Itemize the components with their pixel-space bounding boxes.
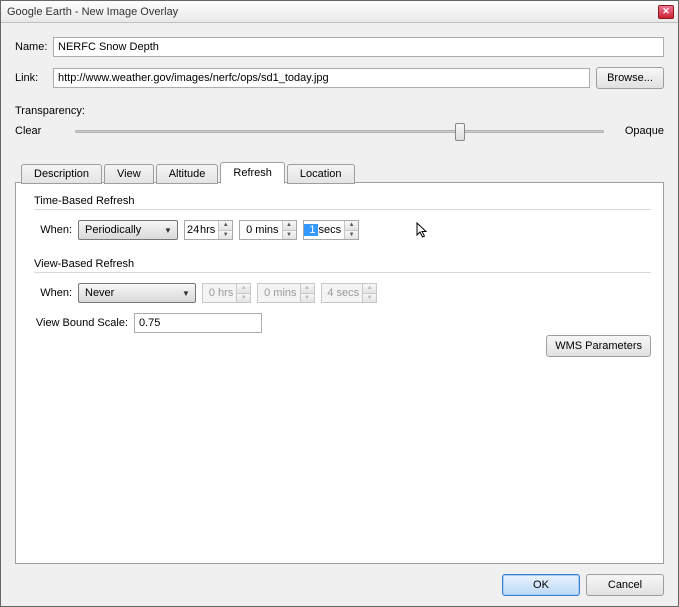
view-based-section: View-Based Refresh When: Never ▼ 0 hrs ▲… <box>28 258 651 333</box>
chevron-down-icon: ▼ <box>161 226 175 235</box>
chevron-down-icon[interactable]: ▼ <box>345 230 358 240</box>
browse-button[interactable]: Browse... <box>596 67 664 89</box>
chevron-up-icon[interactable]: ▲ <box>345 221 358 230</box>
transparency-clear-label: Clear <box>15 125 75 137</box>
dialog-content: Name: Link: Browse... Transparency: Clea… <box>1 23 678 606</box>
close-icon[interactable]: ✕ <box>658 5 674 19</box>
tab-refresh[interactable]: Refresh <box>220 162 285 184</box>
view-when-dropdown[interactable]: Never ▼ <box>78 283 196 303</box>
view-secs-spinner: 4 secs ▲▼ <box>321 283 378 303</box>
transparency-opaque-label: Opaque <box>604 125 664 137</box>
transparency-slider[interactable] <box>75 121 604 141</box>
link-row: Link: Browse... <box>15 67 664 89</box>
view-bound-scale-input[interactable] <box>134 313 262 333</box>
view-based-label: View-Based Refresh <box>34 258 651 270</box>
time-when-dropdown[interactable]: Periodically ▼ <box>78 220 178 240</box>
view-mins-spinner: 0 mins ▲▼ <box>257 283 314 303</box>
when-label-view: When: <box>34 287 78 299</box>
chevron-up-icon[interactable]: ▲ <box>283 221 296 230</box>
chevron-up-icon: ▲ <box>363 284 376 293</box>
view-hours-spinner: 0 hrs ▲▼ <box>202 283 251 303</box>
tab-content-refresh: Time-Based Refresh When: Periodically ▼ … <box>15 182 664 564</box>
transparency-label: Transparency: <box>15 105 664 117</box>
name-row: Name: <box>15 37 664 57</box>
tab-view[interactable]: View <box>104 164 154 184</box>
ok-button[interactable]: OK <box>502 574 580 596</box>
chevron-up-icon: ▲ <box>301 284 314 293</box>
chevron-up-icon: ▲ <box>237 284 250 293</box>
name-input[interactable] <box>53 37 664 57</box>
window-title: Google Earth - New Image Overlay <box>7 6 658 18</box>
dialog-footer: OK Cancel <box>15 564 664 596</box>
transparency-block: Transparency: Clear Opaque <box>15 105 664 141</box>
view-bound-scale-label: View Bound Scale: <box>34 317 134 329</box>
link-input[interactable] <box>53 68 590 88</box>
time-based-label: Time-Based Refresh <box>34 195 651 207</box>
dialog-window: Google Earth - New Image Overlay ✕ Name:… <box>0 0 679 607</box>
time-secs-spinner[interactable]: 1 secs ▲▼ <box>303 220 360 240</box>
cancel-button[interactable]: Cancel <box>586 574 664 596</box>
chevron-down-icon: ▼ <box>363 293 376 303</box>
when-label-time: When: <box>34 224 78 236</box>
chevron-up-icon[interactable]: ▲ <box>219 221 232 230</box>
titlebar[interactable]: Google Earth - New Image Overlay ✕ <box>1 1 678 23</box>
tab-location[interactable]: Location <box>287 164 355 184</box>
time-hours-spinner[interactable]: 24 hrs ▲▼ <box>184 220 233 240</box>
time-based-section: Time-Based Refresh When: Periodically ▼ … <box>28 195 651 240</box>
chevron-down-icon: ▼ <box>179 289 193 298</box>
tab-description[interactable]: Description <box>21 164 102 184</box>
wms-parameters-button[interactable]: WMS Parameters <box>546 335 651 357</box>
tabs: Description View Altitude Refresh Locati… <box>15 161 664 183</box>
divider <box>34 209 651 210</box>
slider-thumb[interactable] <box>455 123 465 141</box>
link-label: Link: <box>15 72 53 84</box>
tab-altitude[interactable]: Altitude <box>156 164 219 184</box>
name-label: Name: <box>15 41 53 53</box>
chevron-down-icon[interactable]: ▼ <box>219 230 232 240</box>
divider <box>34 272 651 273</box>
time-mins-spinner[interactable]: 0 mins ▲▼ <box>239 220 296 240</box>
chevron-down-icon: ▼ <box>237 293 250 303</box>
chevron-down-icon: ▼ <box>301 293 314 303</box>
transparency-slider-row: Clear Opaque <box>15 121 664 141</box>
chevron-down-icon[interactable]: ▼ <box>283 230 296 240</box>
